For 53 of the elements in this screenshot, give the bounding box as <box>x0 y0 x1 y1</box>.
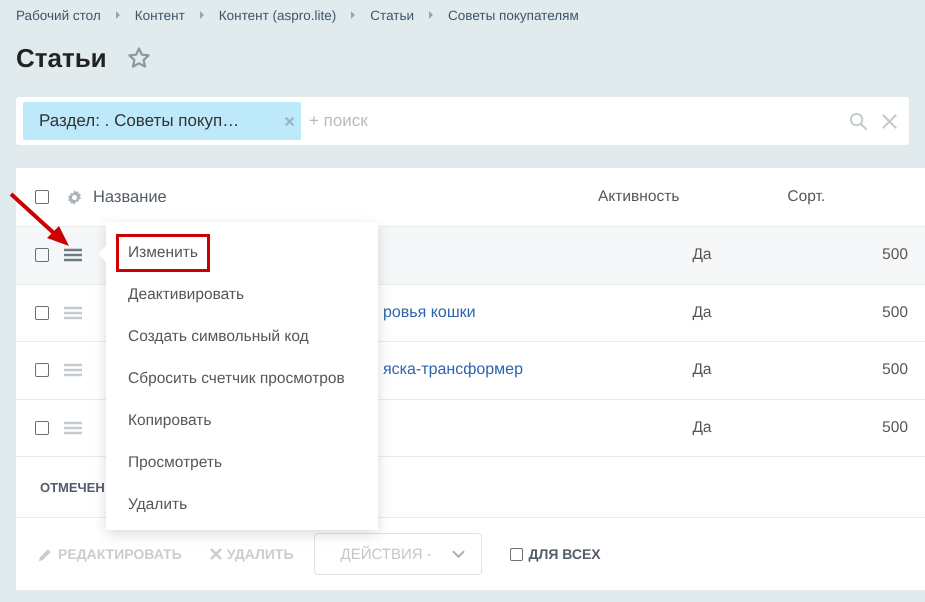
checkbox[interactable] <box>35 190 49 204</box>
menu-item[interactable]: Просмотреть <box>116 444 234 482</box>
checkbox-label[interactable]: ДЛЯ ВСЕХ <box>528 546 601 562</box>
chip-label: Раздел: . Советы покуп… <box>39 111 240 131</box>
checkbox[interactable] <box>35 363 49 378</box>
table-cell-text: 500 <box>881 304 908 322</box>
breadcrumb-link[interactable]: Контент (aspro.lite) <box>218 8 336 22</box>
pencil-icon <box>38 546 53 562</box>
table-cell-text: Да <box>691 361 713 380</box>
breadcrumb-link[interactable]: Советы покупателям <box>448 8 579 22</box>
table-cell-text: 500 <box>881 418 908 437</box>
menu-icon[interactable] <box>64 248 82 262</box>
menu-item[interactable]: Создать символьный код <box>116 318 321 356</box>
filter-chip[interactable]: Раздел: . Советы покуп… <box>23 102 301 140</box>
table-cell-text: Да <box>691 246 713 264</box>
page-title: Статьи <box>16 42 107 74</box>
menu-icon[interactable] <box>64 363 82 378</box>
checkbox[interactable] <box>35 248 49 262</box>
column-header[interactable]: Активность <box>598 188 680 206</box>
menu-icon[interactable] <box>64 306 82 320</box>
settings-icon[interactable] <box>66 188 83 206</box>
table-cell-text: Да <box>691 418 713 437</box>
annotation-arrow <box>9 192 71 248</box>
column-header[interactable]: Название <box>93 188 598 206</box>
checkbox[interactable] <box>35 306 49 320</box>
chevron-icon <box>198 10 205 20</box>
table-cell-text: Да <box>691 304 713 322</box>
chevron-icon <box>350 10 356 20</box>
close-icon[interactable] <box>284 116 295 126</box>
breadcrumb-link[interactable]: Контент <box>134 8 185 22</box>
menu-item[interactable]: Копировать <box>116 402 224 440</box>
checkbox[interactable] <box>510 548 523 560</box>
chevron-icon <box>428 10 434 20</box>
article-link[interactable]: ровья кошки <box>383 304 476 321</box>
column-header[interactable]: Сорт. <box>787 188 826 206</box>
table-cell-text: 500 <box>881 361 908 380</box>
menu-item[interactable]: Удалить <box>116 486 200 524</box>
breadcrumb-link[interactable]: Статьи <box>370 8 414 22</box>
chevron-down-icon <box>452 550 465 558</box>
menu-item[interactable]: Изменить <box>116 234 210 272</box>
star-icon[interactable] <box>126 46 151 70</box>
breadcrumb-link[interactable]: Рабочий стол <box>16 8 101 22</box>
search-icon[interactable] <box>849 112 868 130</box>
menu-item[interactable]: Сбросить счетчик просмотров <box>116 360 357 398</box>
chevron-icon <box>114 10 121 20</box>
checkbox[interactable] <box>35 420 49 435</box>
menu-icon[interactable] <box>64 420 82 435</box>
selection-label: ОТМЕЧЕН <box>40 480 105 494</box>
table-cell-text: 500 <box>881 246 908 264</box>
close-icon <box>210 548 222 560</box>
menu-item[interactable]: Деактивировать <box>116 276 256 314</box>
article-link[interactable]: яска-трансформер <box>383 361 523 378</box>
close-icon[interactable] <box>880 112 899 130</box>
